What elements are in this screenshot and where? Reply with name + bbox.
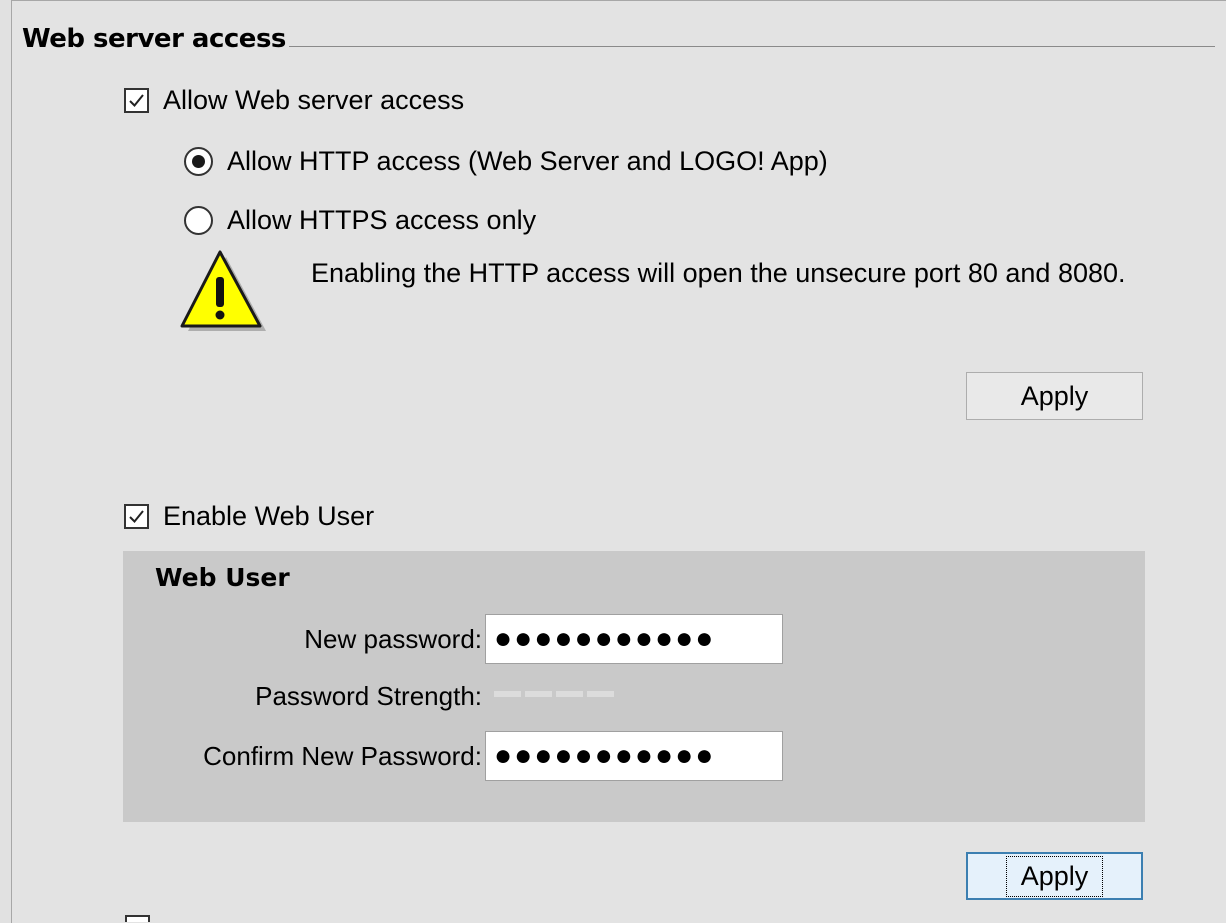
new-password-field[interactable]: ●●●●●●●●●●● bbox=[485, 614, 783, 664]
apply-access-button[interactable]: Apply bbox=[966, 372, 1143, 420]
password-strength-label: Password Strength: bbox=[255, 681, 482, 711]
radio-unselected-icon bbox=[184, 206, 213, 235]
password-strength-meter bbox=[494, 691, 614, 697]
allow-web-server-access-checkbox[interactable]: Allow Web server access bbox=[124, 85, 464, 116]
web-user-title: Web User bbox=[155, 563, 290, 592]
next-option-row-clipped[interactable] bbox=[125, 915, 164, 922]
allow-web-server-access-label: Allow Web server access bbox=[163, 85, 465, 115]
radio-allow-https-only[interactable]: Allow HTTPS access only bbox=[184, 205, 536, 236]
strength-segment bbox=[556, 691, 583, 697]
apply-web-user-label: Apply bbox=[1005, 855, 1104, 897]
checkbox-checked-icon bbox=[124, 88, 149, 113]
strength-segment bbox=[587, 691, 614, 697]
section-divider bbox=[289, 46, 1215, 47]
confirm-password-field[interactable]: ●●●●●●●●●●● bbox=[485, 731, 783, 781]
radio-allow-http-label: Allow HTTP access (Web Server and LOGO! … bbox=[227, 146, 828, 176]
warning-triangle-icon bbox=[180, 249, 270, 335]
new-password-label: New password: bbox=[304, 624, 482, 654]
apply-web-user-button[interactable]: Apply bbox=[966, 852, 1143, 900]
strength-segment bbox=[525, 691, 552, 697]
enable-web-user-checkbox[interactable]: Enable Web User bbox=[124, 501, 374, 532]
radio-allow-http[interactable]: Allow HTTP access (Web Server and LOGO! … bbox=[184, 146, 828, 177]
radio-allow-https-label: Allow HTTPS access only bbox=[227, 205, 537, 235]
warning-message: Enabling the HTTP access will open the u… bbox=[311, 258, 1126, 288]
confirm-password-label: Confirm New Password: bbox=[203, 741, 482, 771]
enable-web-user-label: Enable Web User bbox=[163, 501, 375, 531]
strength-segment bbox=[494, 691, 521, 697]
section-title: Web server access bbox=[22, 24, 286, 54]
radio-selected-icon bbox=[184, 147, 213, 176]
apply-access-label: Apply bbox=[1020, 380, 1089, 411]
checkbox-checked-icon bbox=[124, 504, 149, 529]
checkbox-unchecked-icon bbox=[125, 915, 150, 922]
